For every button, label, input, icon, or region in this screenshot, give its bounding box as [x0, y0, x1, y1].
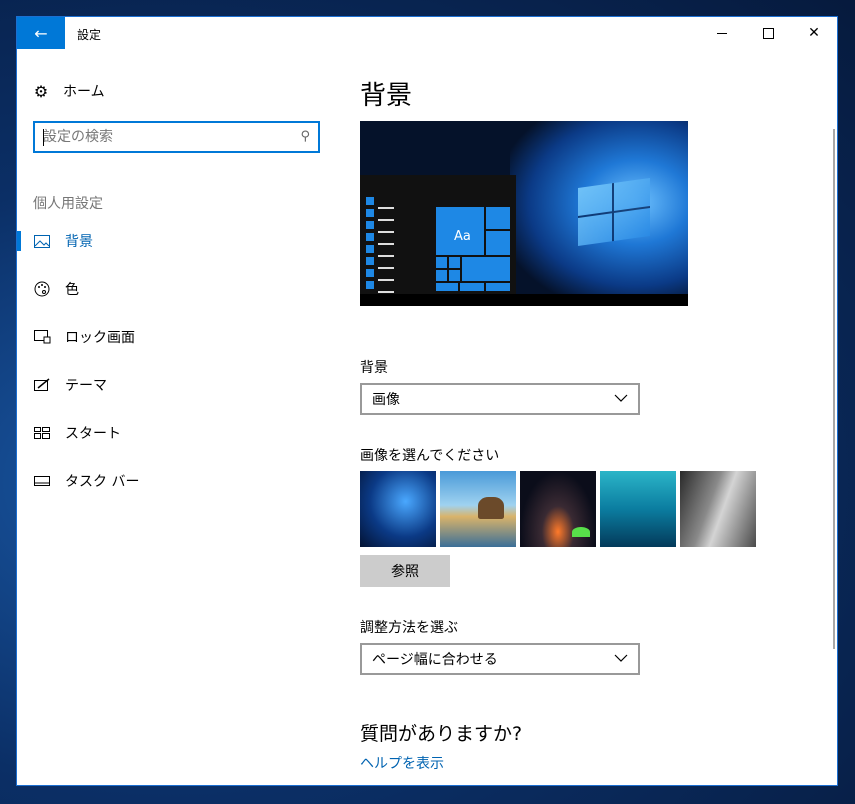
preview-tile-large: Aa	[436, 207, 484, 255]
chevron-down-icon	[614, 391, 628, 405]
nav-home[interactable]: ⚙ ホーム	[33, 81, 105, 101]
preview-menu-row	[366, 209, 394, 221]
window-title: 設定	[77, 28, 102, 42]
gear-icon: ⚙	[33, 81, 49, 101]
background-dropdown-value: 画像	[372, 392, 400, 408]
section-title: 個人用設定	[33, 196, 103, 212]
search-input[interactable]	[35, 123, 283, 151]
preview-tile	[486, 283, 510, 291]
close-button[interactable]: ✕	[791, 17, 837, 49]
preview-tile	[436, 270, 447, 281]
preview-tile	[436, 283, 458, 291]
preview-tile	[449, 257, 460, 268]
picture-thumbnail[interactable]	[600, 471, 676, 547]
preview-start-menu: Aa	[360, 175, 516, 295]
start-icon	[33, 425, 51, 441]
preview-tile-label: Aa	[454, 229, 471, 244]
preview-tile	[462, 257, 510, 281]
sidebar-item-taskbar[interactable]: タスク バー	[17, 457, 337, 505]
windows-logo	[578, 177, 650, 247]
sidebar-item-label: 色	[65, 282, 79, 298]
palette-icon	[33, 281, 51, 297]
back-arrow-icon: ←	[34, 23, 48, 43]
scrollbar[interactable]	[833, 129, 835, 649]
sidebar-item-theme[interactable]: テーマ	[17, 361, 337, 409]
question-title: 質問がありますか?	[360, 723, 523, 745]
lock-screen-icon	[33, 329, 51, 345]
sidebar-item-background[interactable]: 背景	[17, 217, 337, 265]
preview-menu-row	[366, 197, 394, 209]
picture-thumbnail[interactable]	[360, 471, 436, 547]
fit-dropdown[interactable]: ページ幅に合わせる	[360, 643, 640, 675]
preview-menu-row	[366, 257, 394, 269]
help-link[interactable]: ヘルプを表示	[360, 753, 444, 773]
preview-tile	[436, 257, 447, 268]
background-label: 背景	[360, 360, 388, 376]
picture-icon	[33, 233, 51, 249]
sidebar-item-start[interactable]: スタート	[17, 409, 337, 457]
preview-tile	[486, 231, 510, 255]
sidebar-nav: 背景 色 ロック画面 テーマ スタート タスク バー	[17, 217, 337, 505]
sidebar-item-label: スタート	[65, 426, 121, 442]
settings-window: ← 設定 ✕ ⚙ ホーム ⚲ 個人用設定 背景 色	[16, 16, 838, 786]
back-button[interactable]: ←	[17, 17, 65, 49]
background-dropdown[interactable]: 画像	[360, 383, 640, 415]
maximize-button[interactable]	[745, 17, 791, 49]
nav-home-label: ホーム	[63, 84, 105, 100]
background-preview: Aa	[360, 121, 688, 306]
search-box[interactable]: ⚲	[33, 121, 320, 153]
picture-thumbnail[interactable]	[440, 471, 516, 547]
fit-dropdown-value: ページ幅に合わせる	[372, 652, 498, 668]
title-bar: ← 設定 ✕	[17, 17, 837, 49]
sidebar-item-label: テーマ	[65, 378, 107, 394]
preview-menu-row	[366, 233, 394, 245]
search-icon[interactable]: ⚲	[300, 129, 310, 144]
chevron-down-icon	[614, 651, 628, 665]
close-icon: ✕	[808, 25, 820, 41]
page-title: 背景	[360, 81, 413, 111]
minimize-icon	[717, 32, 727, 34]
browse-button[interactable]: 参照	[360, 555, 450, 587]
sidebar-item-color[interactable]: 色	[17, 265, 337, 313]
preview-tile	[486, 207, 510, 229]
maximize-icon	[762, 27, 774, 39]
picture-thumbnail[interactable]	[520, 471, 596, 547]
picture-thumbnails	[360, 471, 756, 547]
preview-menu-row	[366, 221, 394, 233]
picture-thumbnail[interactable]	[680, 471, 756, 547]
preview-menu-row	[366, 269, 394, 281]
preview-taskbar	[360, 294, 688, 306]
sidebar-item-label: 背景	[65, 234, 93, 250]
choose-picture-label: 画像を選んでください	[360, 448, 500, 464]
sidebar-item-label: タスク バー	[65, 474, 140, 490]
sidebar-item-lock-screen[interactable]: ロック画面	[17, 313, 337, 361]
theme-icon	[33, 377, 51, 393]
preview-tile	[460, 283, 484, 291]
text-caret	[43, 129, 44, 146]
preview-menu-row	[366, 245, 394, 257]
taskbar-icon	[33, 473, 51, 489]
preview-menu-row	[366, 281, 394, 293]
fit-label: 調整方法を選ぶ	[360, 620, 458, 636]
preview-tile	[449, 270, 460, 281]
sidebar-item-label: ロック画面	[65, 330, 135, 346]
minimize-button[interactable]	[699, 17, 745, 49]
